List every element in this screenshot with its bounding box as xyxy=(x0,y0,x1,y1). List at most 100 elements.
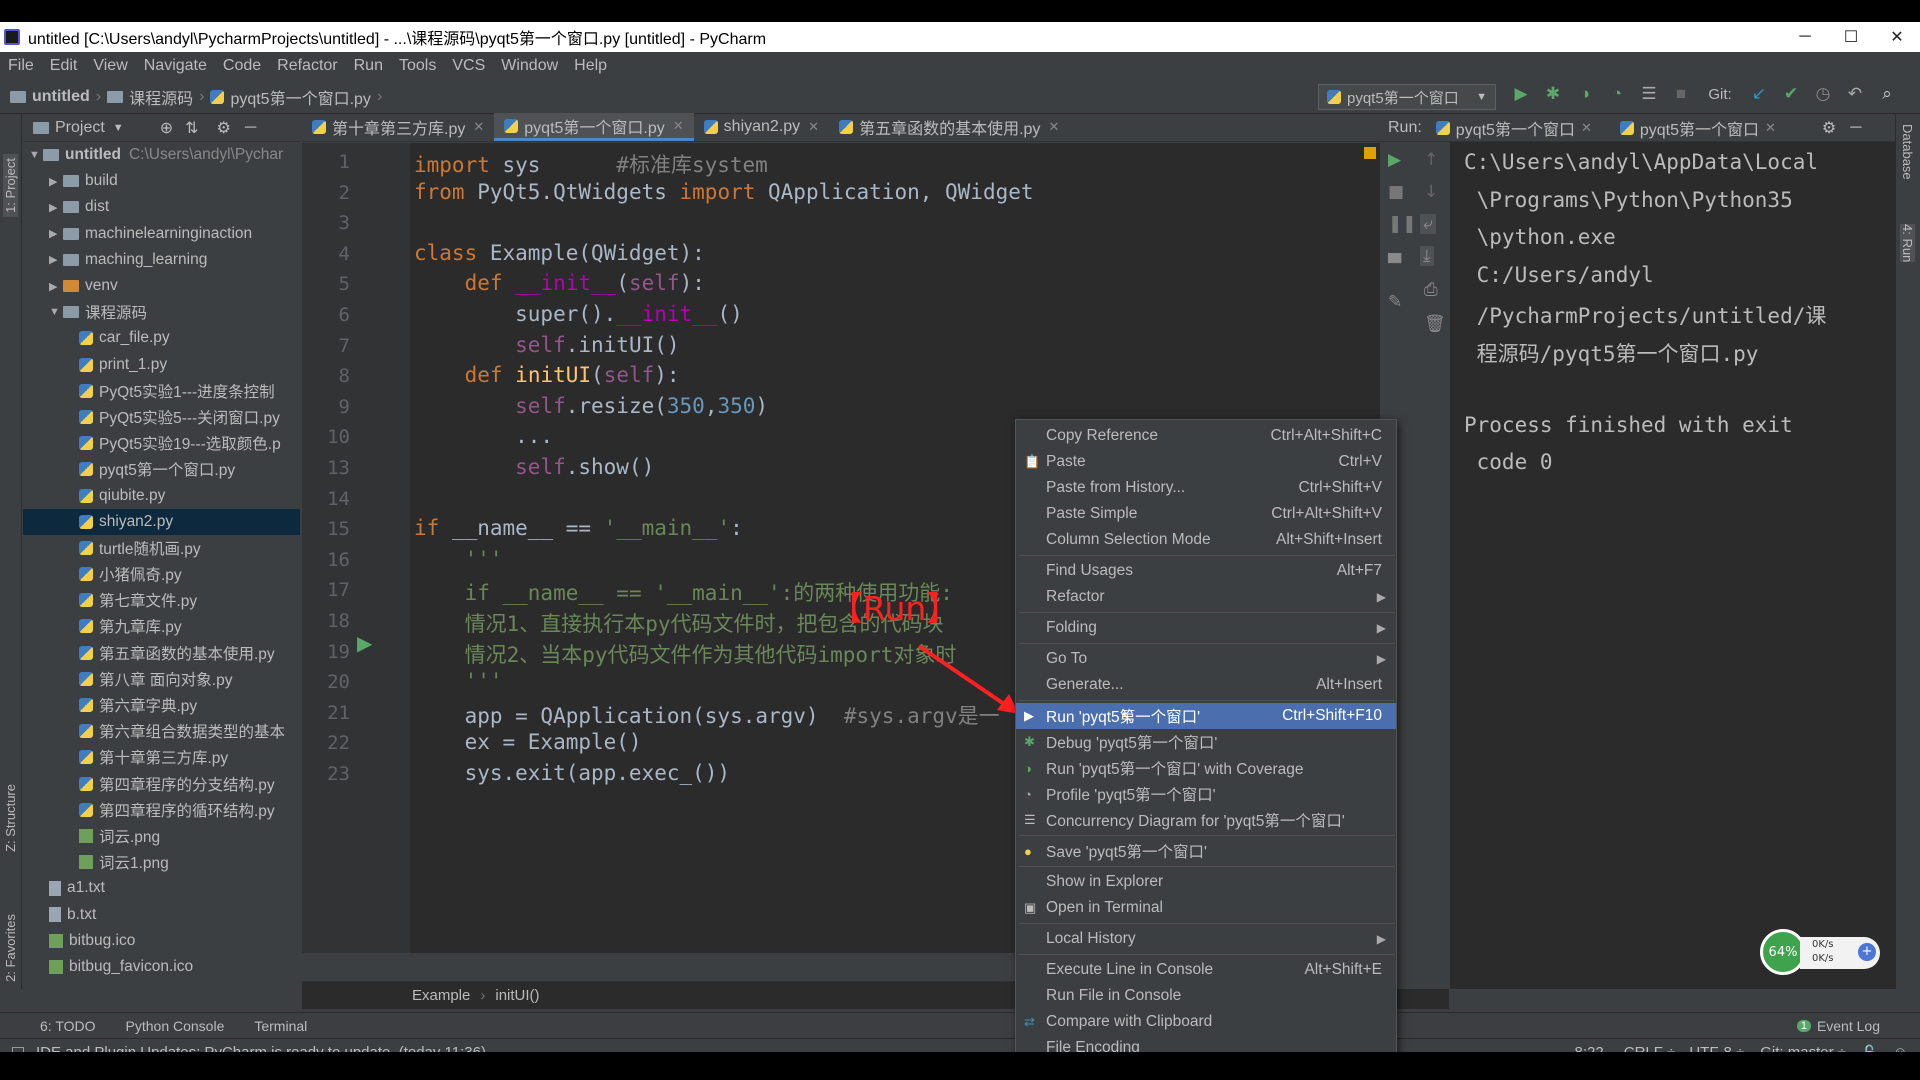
code-line[interactable]: 情况2、当本py代码文件作为其他代码import对象时 xyxy=(414,639,957,669)
context-menu-item[interactable]: ◔ Profile 'pyqt5第一个窗口' xyxy=(1016,781,1396,807)
context-menu-item[interactable]: ☰ Concurrency Diagram for 'pyqt5第一个窗口' xyxy=(1016,807,1396,833)
gear-icon[interactable]: ⚙ xyxy=(1822,118,1836,138)
context-menu-item[interactable]: Column Selection Mode Alt+Shift+Insert xyxy=(1016,527,1396,553)
tree-item[interactable]: bitbug_favicon.ico xyxy=(23,954,300,980)
run-console[interactable]: C:\Users\andyl\AppData\Local \Programs\P… xyxy=(1450,142,1895,989)
tree-item[interactable]: 第六章字典.py xyxy=(23,692,300,718)
context-menu-item[interactable]: Go To ▶ xyxy=(1016,646,1396,672)
context-menu-item[interactable]: 📋 Paste Ctrl+V xyxy=(1016,449,1396,475)
arrow-up-icon[interactable]: ↑ xyxy=(1424,150,1438,170)
code-line[interactable]: self.resize(350,350) xyxy=(414,394,768,418)
event-log-tool-tab[interactable]: Event Log xyxy=(1817,1018,1880,1034)
menu-tools[interactable]: Tools xyxy=(391,57,444,75)
menu-view[interactable]: View xyxy=(85,57,135,75)
rerun-icon[interactable]: ▶ xyxy=(1388,150,1401,170)
status-toggle-icon[interactable] xyxy=(12,1046,24,1052)
layout-icon[interactable]: ▀ xyxy=(1388,254,1401,274)
vcs-update-icon[interactable]: ↙ xyxy=(1748,84,1770,104)
status-message[interactable]: IDE and Plugin Updates: PyCharm is ready… xyxy=(36,1044,486,1052)
tree-item[interactable]: pyqt5第一个窗口.py xyxy=(23,456,300,482)
run-icon[interactable]: ▶ xyxy=(1510,84,1532,104)
run-gutter-icon[interactable]: ▶ xyxy=(357,631,372,655)
project-panel-title[interactable]: Project xyxy=(55,119,105,137)
code-line[interactable]: def __init__(self): xyxy=(414,271,705,295)
code-line[interactable]: import sys #标准库system xyxy=(414,149,768,179)
inspector-icon[interactable]: ☺ xyxy=(1893,1044,1908,1052)
context-menu-item[interactable]: Generate... Alt+Insert xyxy=(1016,672,1396,698)
breadcrumb-class[interactable]: Example xyxy=(412,987,470,1004)
tree-item[interactable]: 第六章组合数据类型的基本 xyxy=(23,718,300,744)
concurrency-icon[interactable]: ☰ xyxy=(1638,84,1660,104)
expand-arrow-icon[interactable]: ▶ xyxy=(49,253,63,266)
context-menu-item[interactable]: Show in Explorer xyxy=(1016,869,1396,895)
tree-item[interactable]: car_file.py xyxy=(23,325,300,351)
tree-root[interactable]: ▼ untitled C:\Users\andyl\Pychar xyxy=(23,142,300,168)
caret-position[interactable]: 8:22 xyxy=(1575,1044,1604,1052)
pause-icon[interactable]: ❚❚ xyxy=(1388,214,1417,234)
collapse-icon[interactable]: ⇅ xyxy=(185,118,198,138)
close-icon[interactable]: ✕ xyxy=(473,119,484,135)
python-console-tool-tab[interactable]: Python Console xyxy=(126,1018,225,1034)
breadcrumb-method[interactable]: initUI() xyxy=(495,987,539,1004)
breadcrumb-project[interactable]: untitled xyxy=(32,88,90,106)
database-tool-tab[interactable]: Database xyxy=(1900,124,1915,180)
code-line[interactable]: app = QApplication(sys.argv) #sys.argv是一 xyxy=(414,700,1000,730)
close-icon[interactable]: ✕ xyxy=(1765,120,1776,136)
tree-item[interactable]: 第八章 面向对象.py xyxy=(23,666,300,692)
context-menu-item[interactable]: ◑ Run 'pyqt5第一个窗口' with Coverage xyxy=(1016,755,1396,781)
tree-item[interactable]: 小猪佩奇.py xyxy=(23,561,300,587)
project-tool-tab[interactable]: 1: Project xyxy=(3,154,18,217)
revert-icon[interactable]: ↶ xyxy=(1844,84,1866,104)
run-tool-tab[interactable]: 4: Run xyxy=(1900,224,1915,263)
tree-item[interactable]: 词云1.png xyxy=(23,849,300,875)
run-tab-2[interactable]: pyqt5第一个窗口 xyxy=(1640,116,1759,140)
tree-item[interactable]: 第七章文件.py xyxy=(23,587,300,613)
menu-help[interactable]: Help xyxy=(566,57,615,75)
close-icon[interactable]: ✕ xyxy=(673,118,684,134)
line-separator[interactable]: CRLF ÷ xyxy=(1624,1044,1676,1052)
editor-tab[interactable]: shiyan2.py ✕ xyxy=(694,113,829,141)
context-menu-item[interactable]: Execute Line in Console Alt+Shift+E xyxy=(1016,957,1396,983)
history-icon[interactable]: ◷ xyxy=(1812,84,1834,104)
tree-item[interactable]: ▶ build xyxy=(23,168,300,194)
run-configuration-select[interactable]: pyqt5第一个窗口 ▼ xyxy=(1318,84,1496,110)
close-icon[interactable]: ✕ xyxy=(808,119,819,135)
todo-tool-tab[interactable]: 6: TODO xyxy=(40,1018,96,1034)
context-menu-item[interactable]: Refactor ▶ xyxy=(1016,584,1396,610)
code-line[interactable]: sys.exit(app.exec_()) xyxy=(414,761,731,785)
context-menu-item[interactable]: ● Save 'pyqt5第一个窗口' xyxy=(1016,838,1396,864)
tree-item[interactable]: 第五章函数的基本使用.py xyxy=(23,640,300,666)
context-menu-item[interactable]: ▶ Run 'pyqt5第一个窗口' Ctrl+Shift+F10 xyxy=(1016,703,1396,729)
menu-code[interactable]: Code xyxy=(215,57,269,75)
context-menu-item[interactable]: Local History ▶ xyxy=(1016,926,1396,952)
tree-item[interactable]: turtle随机画.py xyxy=(23,535,300,561)
context-menu-item[interactable]: ▣ Open in Terminal xyxy=(1016,895,1396,921)
expand-arrow-icon[interactable]: ▶ xyxy=(49,201,63,214)
breadcrumb-file[interactable]: pyqt5第一个窗口.py xyxy=(230,85,371,109)
search-icon[interactable]: ⌕ xyxy=(1876,84,1898,104)
expand-arrow-icon[interactable]: ▼ xyxy=(29,149,43,161)
soft-wrap-icon[interactable]: ⤶ xyxy=(1420,214,1436,234)
expand-arrow-icon[interactable]: ▶ xyxy=(49,280,63,293)
menu-window[interactable]: Window xyxy=(493,57,566,75)
context-menu-item[interactable]: File Encoding xyxy=(1016,1035,1396,1052)
menu-edit[interactable]: Edit xyxy=(42,57,86,75)
menu-refactor[interactable]: Refactor xyxy=(269,57,345,75)
code-line[interactable]: class Example(QWidget): xyxy=(414,241,705,265)
code-line[interactable]: if __name__ == '__main__': xyxy=(414,516,743,540)
hide-icon[interactable]: ─ xyxy=(245,119,256,137)
tree-item[interactable]: 第十章第三方库.py xyxy=(23,744,300,770)
tree-item[interactable]: 第四章程序的循环结构.py xyxy=(23,797,300,823)
expand-arrow-icon[interactable]: ▶ xyxy=(49,227,63,240)
context-menu-item[interactable]: Folding ▶ xyxy=(1016,615,1396,641)
close-icon[interactable]: ✕ xyxy=(1581,120,1592,136)
editor-tab[interactable]: pyqt5第一个窗口.py ✕ xyxy=(494,113,694,141)
tree-item[interactable]: a1.txt xyxy=(23,875,300,901)
menu-navigate[interactable]: Navigate xyxy=(136,57,215,75)
editor-tab[interactable]: 第十章第三方库.py ✕ xyxy=(302,113,494,141)
tree-item[interactable]: ▶ machinelearninginaction xyxy=(23,221,300,247)
git-branch[interactable]: Git: master ÷ xyxy=(1760,1044,1846,1052)
code-line[interactable]: ''' xyxy=(414,669,503,693)
plus-icon[interactable]: + xyxy=(1858,943,1876,961)
print-icon[interactable]: ⎙ xyxy=(1424,280,1438,300)
